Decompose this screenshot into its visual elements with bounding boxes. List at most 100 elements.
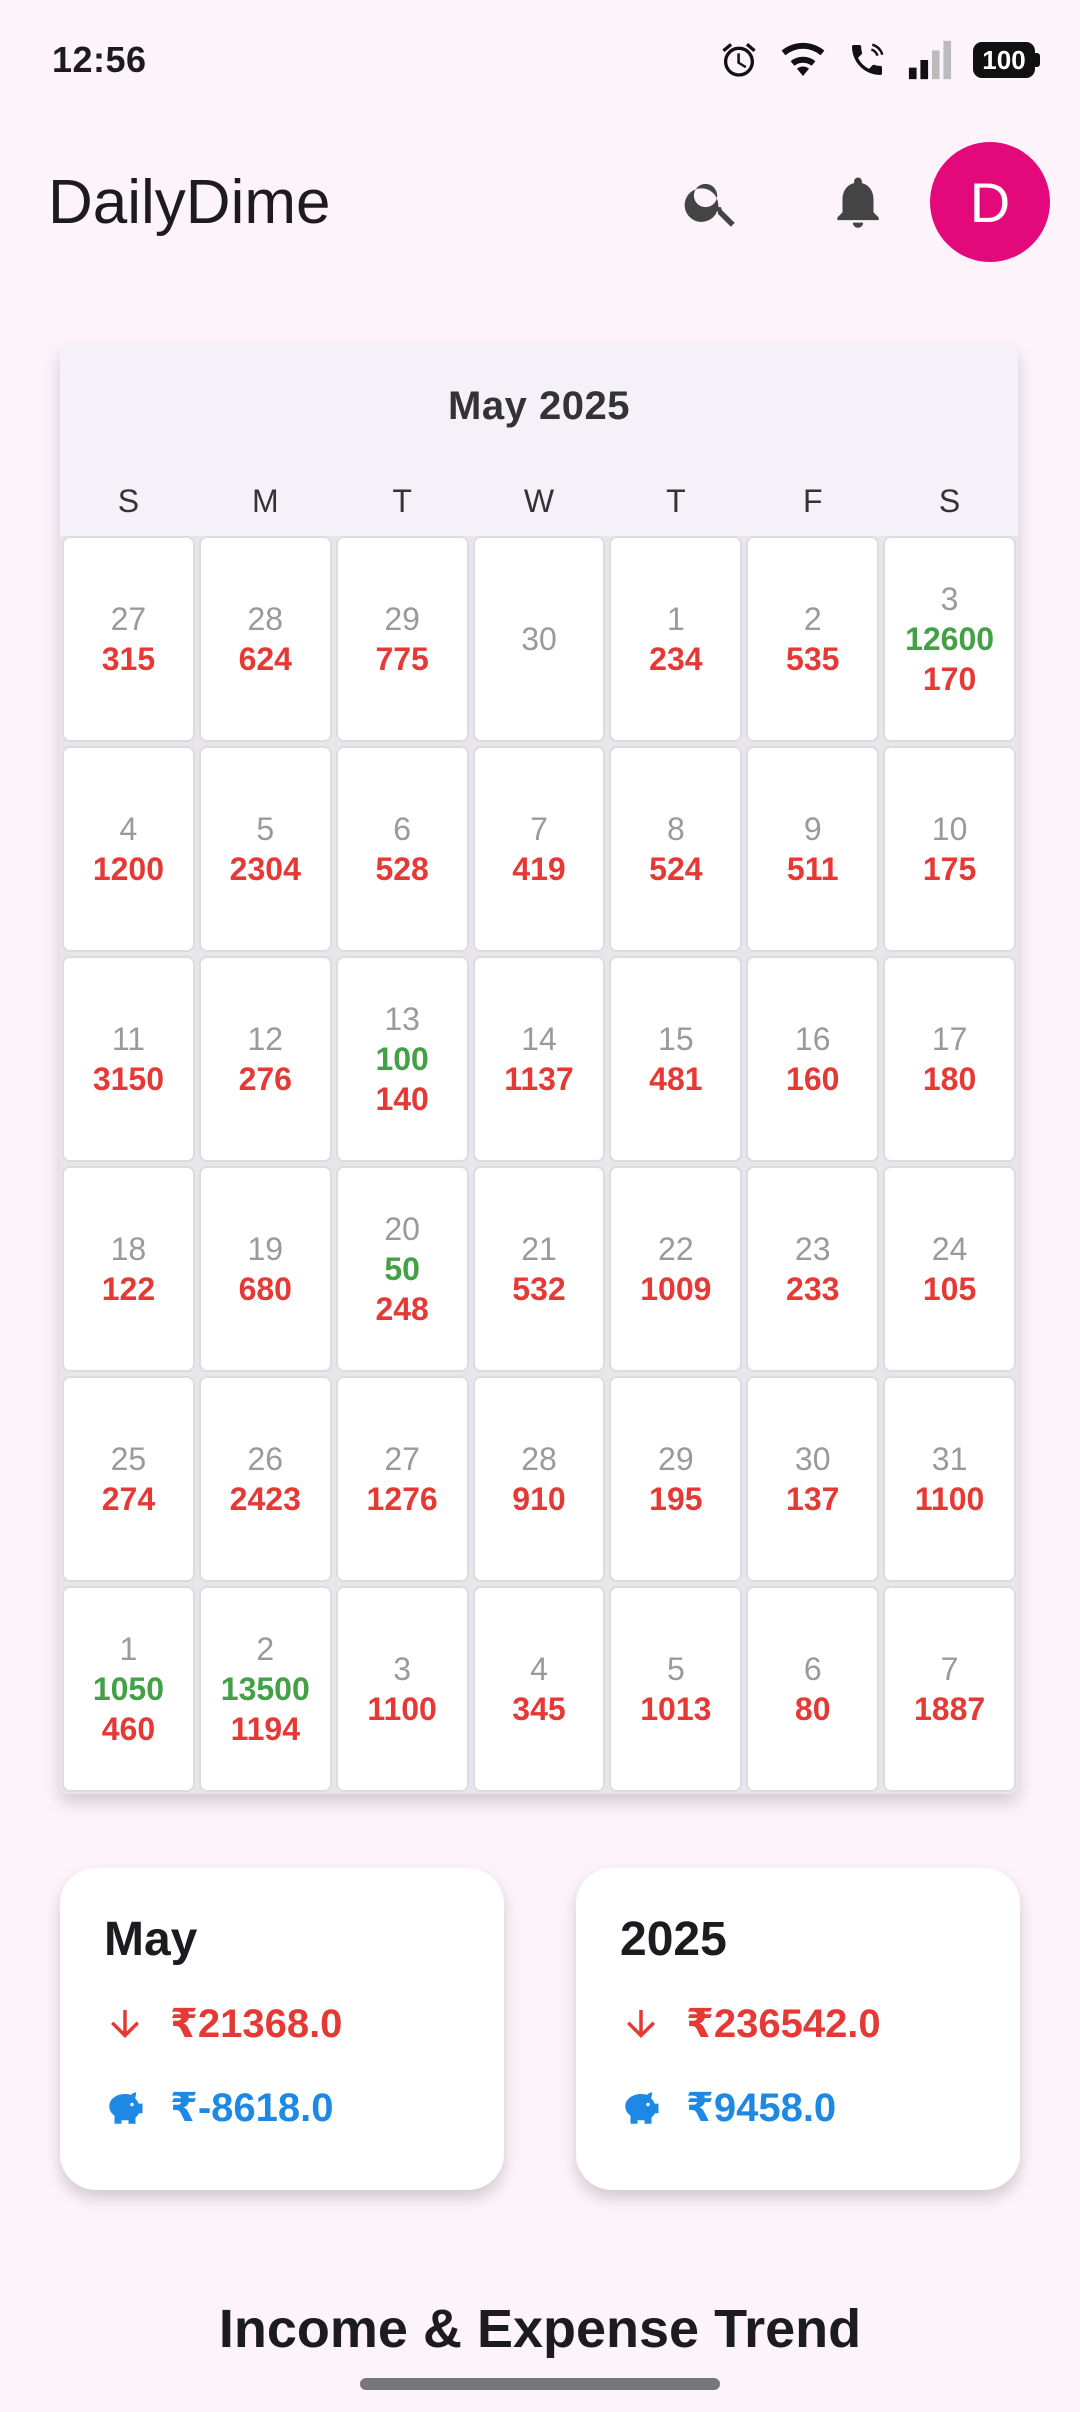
calendar-day-cell[interactable]: 29 195 <box>609 1376 743 1582</box>
day-expense: 140 <box>375 1081 429 1117</box>
calendar-day-cell[interactable]: 5 2304 <box>198 746 332 952</box>
day-expense: 910 <box>512 1481 566 1517</box>
day-expense: 2304 <box>229 851 301 887</box>
month-summary-card[interactable]: May ₹21368.0 ₹-8618.0 <box>60 1868 504 2190</box>
calendar-day-cell[interactable]: 9 511 <box>746 746 880 952</box>
calendar-day-cell[interactable]: 18 122 <box>62 1166 195 1372</box>
day-number: 5 <box>256 811 275 847</box>
status-bar: 12:56 100 <box>0 0 1080 120</box>
calendar-day-cell[interactable]: 16 160 <box>746 956 880 1162</box>
calendar-day-cell[interactable]: 8 524 <box>609 746 743 952</box>
calendar-day-cell[interactable]: 30 137 <box>746 1376 880 1582</box>
day-expense: 775 <box>375 641 429 677</box>
year-summary-card[interactable]: 2025 ₹236542.0 ₹9458.0 <box>576 1868 1020 2190</box>
day-expense: 1009 <box>640 1271 712 1307</box>
calendar-day-cell[interactable]: 11 3150 <box>62 956 195 1162</box>
day-number: 4 <box>530 1651 548 1687</box>
calendar-day-cell[interactable]: 21 532 <box>472 1166 606 1372</box>
calendar-day-cell[interactable]: 6 80 <box>746 1586 880 1792</box>
day-number: 1 <box>119 1631 138 1667</box>
day-expense: 80 <box>794 1691 831 1727</box>
calendar-month-label[interactable]: May 2025 <box>60 346 1018 466</box>
calendar-day-cell[interactable]: 3 1100 <box>335 1586 469 1792</box>
calendar-day-cell[interactable]: 24 105 <box>883 1166 1016 1372</box>
calendar-day-cell[interactable]: 7 419 <box>472 746 606 952</box>
calendar-day-cell[interactable]: 2 535 <box>746 536 880 742</box>
weekday-label: M <box>251 482 279 519</box>
calendar-day-cell[interactable]: 27 1276 <box>335 1376 469 1582</box>
month-expense-row: ₹21368.0 <box>104 1997 504 2051</box>
trend-section-title: Income & Expense Trend <box>218 2299 862 2359</box>
search-icon <box>684 183 735 227</box>
calendar-day-cell[interactable]: 15 481 <box>609 956 743 1162</box>
day-number: 30 <box>794 1441 831 1477</box>
calendar-day-cell[interactable]: 23 233 <box>746 1166 880 1372</box>
calendar-day-cell[interactable]: 10 175 <box>883 746 1016 952</box>
day-number: 29 <box>384 601 420 637</box>
day-number: 14 <box>521 1021 557 1057</box>
search-button[interactable] <box>664 154 760 250</box>
calendar-day-cell[interactable]: 31 1100 <box>883 1376 1016 1582</box>
calendar-day-cell[interactable]: 3 12600 170 <box>883 536 1016 742</box>
calendar-day-cell[interactable]: 22 1009 <box>609 1166 743 1372</box>
calendar-day-cell[interactable]: 17 180 <box>883 956 1016 1162</box>
calendar-day-cell[interactable]: 13 100 140 <box>335 956 469 1162</box>
day-number: 21 <box>521 1231 557 1267</box>
day-number: 28 <box>247 601 284 637</box>
calendar-day-cell[interactable]: 1 1050 460 <box>62 1586 195 1792</box>
calendar-day-cell[interactable]: 28 910 <box>472 1376 606 1582</box>
calendar-day-cell[interactable]: 6 528 <box>335 746 469 952</box>
year-savings-value: ₹9458.0 <box>686 2086 837 2130</box>
status-time: 12:56 <box>52 39 147 80</box>
day-expense: 2423 <box>229 1481 301 1517</box>
wifi-call-icon <box>847 40 887 80</box>
calendar-grid: 27 315 28 624 29 775 30 1 234 2 535 3 12600 170 4 1200 5… <box>60 536 1018 1794</box>
day-income: 1050 <box>92 1671 165 1707</box>
weekday-label: T <box>392 482 412 519</box>
calendar-day-cell[interactable]: 4 345 <box>472 1586 606 1792</box>
notifications-button[interactable] <box>810 154 906 250</box>
day-expense: 276 <box>238 1061 292 1097</box>
day-expense: 345 <box>512 1691 566 1727</box>
calendar-day-cell[interactable]: 7 1887 <box>883 1586 1016 1792</box>
day-expense: 234 <box>649 641 703 677</box>
day-expense: 481 <box>649 1061 703 1097</box>
day-expense: 105 <box>922 1271 977 1307</box>
calendar-day-cell[interactable]: 25 274 <box>62 1376 195 1582</box>
calendar-day-cell[interactable]: 5 1013 <box>609 1586 743 1792</box>
day-number: 6 <box>803 1651 822 1687</box>
calendar-day-cell[interactable]: 14 1137 <box>472 956 606 1162</box>
calendar-day-cell[interactable]: 4 1200 <box>62 746 195 952</box>
weekday-label: S <box>117 482 140 519</box>
calendar-day-cell[interactable]: 2 13500 1194 <box>198 1586 332 1792</box>
calendar-day-cell[interactable]: 19 680 <box>198 1166 332 1372</box>
calendar-day-cell[interactable]: 26 2423 <box>198 1376 332 1582</box>
avatar[interactable]: D <box>930 142 1050 262</box>
calendar-day-cell[interactable]: 30 <box>472 536 606 742</box>
day-expense: 1137 <box>504 1061 574 1097</box>
year-expense-value: ₹236542.0 <box>686 2002 881 2046</box>
calendar-day-cell[interactable]: 29 775 <box>335 536 469 742</box>
home-indicator[interactable] <box>360 2378 720 2390</box>
weekday-label: S <box>938 482 961 519</box>
piggy-bank-icon <box>625 2092 659 2124</box>
calendar-day-cell[interactable]: 27 315 <box>62 536 195 742</box>
day-number: 11 <box>111 1021 146 1057</box>
calendar-day-cell[interactable]: 12 276 <box>198 956 332 1162</box>
calendar-day-cell[interactable]: 1 234 <box>609 536 743 742</box>
calendar-day-cell[interactable]: 20 50 248 <box>335 1166 469 1372</box>
battery-level: 100 <box>973 42 1035 78</box>
day-expense: 1887 <box>913 1691 986 1727</box>
day-number: 5 <box>666 1651 685 1687</box>
day-number: 9 <box>803 811 822 847</box>
day-number: 28 <box>521 1441 557 1477</box>
day-expense: 511 <box>786 851 839 887</box>
day-number: 27 <box>110 601 147 637</box>
day-expense: 195 <box>649 1481 703 1517</box>
day-income: 100 <box>375 1041 429 1077</box>
calendar-day-cell[interactable]: 28 624 <box>198 536 332 742</box>
day-expense: 180 <box>922 1061 977 1097</box>
day-number: 17 <box>931 1021 968 1057</box>
day-number: 15 <box>658 1021 694 1057</box>
signal-icon <box>907 40 953 80</box>
